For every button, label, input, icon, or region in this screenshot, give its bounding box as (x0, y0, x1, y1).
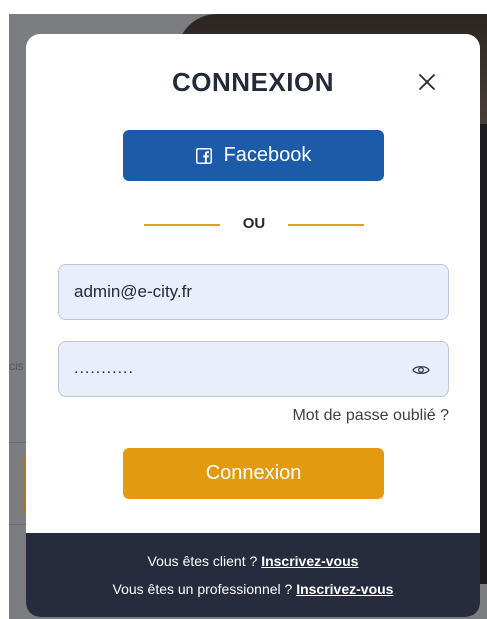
login-modal: CONNEXION Facebook OU ........... (26, 34, 480, 617)
modal-title: CONNEXION (172, 67, 334, 97)
password-input[interactable]: ........... (74, 361, 134, 377)
signup-footer: Vous êtes client ? Inscrivez-vous Vous ê… (26, 533, 480, 617)
eye-icon (412, 365, 430, 375)
divider-line-right (288, 224, 364, 226)
or-divider: OU (144, 212, 364, 236)
facebook-login-button[interactable]: Facebook (123, 130, 384, 181)
client-signup-link[interactable]: Inscrivez-vous (261, 553, 358, 569)
email-input[interactable] (74, 282, 448, 302)
facebook-icon (195, 147, 212, 164)
pro-signup-prompt: Vous êtes un professionnel ? (112, 581, 293, 597)
close-button[interactable] (415, 70, 439, 94)
pro-signup-link[interactable]: Inscrivez-vous (296, 581, 393, 597)
background-partial-text: cis (9, 359, 24, 373)
client-signup-prompt: Vous êtes client ? (147, 553, 258, 569)
login-button-label: Connexion (205, 462, 302, 484)
login-button[interactable]: Connexion (123, 448, 384, 499)
client-signup-row: Vous êtes client ? Inscrivez-vous (148, 553, 359, 569)
forgot-password-link[interactable]: Mot de passe oublié ? (292, 407, 449, 425)
facebook-button-label: Facebook (223, 144, 312, 166)
pro-signup-row: Vous êtes un professionnel ? Inscrivez-v… (113, 581, 394, 597)
password-field[interactable]: ........... (58, 341, 449, 397)
email-field[interactable] (58, 264, 449, 320)
close-icon (419, 74, 435, 90)
show-password-button[interactable] (412, 362, 430, 376)
